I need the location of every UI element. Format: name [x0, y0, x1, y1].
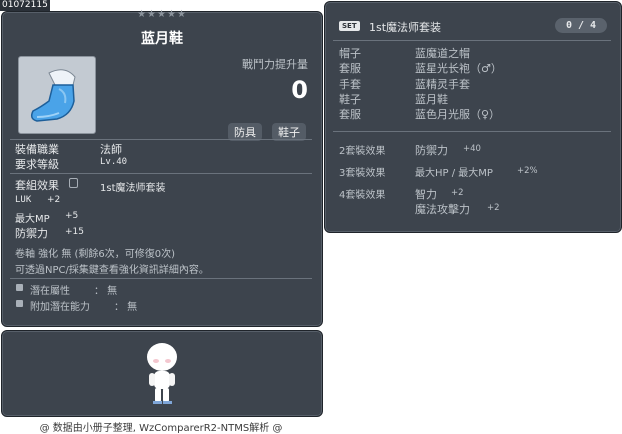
job-label: 裝備職業 [15, 143, 59, 156]
footer-credit: @ 数据由小册子整理, WzComparerR2-NTMS解析 @ [39, 423, 283, 434]
lock-icon [69, 178, 78, 188]
stat-name: 防禦力 [15, 227, 48, 240]
set-piece-name: 蓝色月光服（♀） [415, 108, 501, 122]
set-title: 1st魔法师套装 [369, 21, 442, 34]
potential-label: 潛在屬性 [30, 286, 70, 297]
power-label: 戰鬥力提升量 [242, 58, 308, 71]
bonus-potential-label: 附加潛在能力 [30, 302, 90, 313]
level-value: Lv.40 [100, 157, 128, 167]
set-tooltip-panel: SET 1st魔法师套装 0 / 4 帽子 套服 手套 鞋子 套服 蓝魔道之帽 … [324, 1, 622, 233]
set-effect-value: +2 [451, 188, 464, 198]
bonus-potential-icon [16, 300, 23, 307]
set-effect-tier-label: 4套裝效果 [339, 190, 386, 201]
set-count-badge: 0 / 4 [555, 18, 607, 33]
set-effect-label: 套組效果 [15, 179, 59, 192]
set-name: 1st魔法师套装 [100, 183, 166, 194]
item-tooltip-panel: ★★★★★ 蓝月鞋 戰鬥力提升量 0 防具 鞋子 裝備職業 法師 要求等級 Lv… [1, 9, 323, 327]
upgrade-hint: 可透過NPC/採集鍵查看強化資訊詳細內容。 [15, 265, 209, 276]
stat-name: 最大MP [15, 214, 50, 225]
set-effect-stat: 魔法攻擊力 [415, 203, 470, 216]
set-piece-name: 蓝魔道之帽 [415, 47, 470, 60]
bonus-potential-value: ： 無 [114, 302, 138, 313]
set-effect-stat: 智力 [415, 188, 437, 201]
set-piece-slot: 鞋子 [339, 92, 361, 106]
set-effect-stat: 防禦力 [415, 144, 448, 157]
potential-icon [16, 284, 23, 291]
boot-icon [30, 69, 76, 122]
set-piece-slot: 套服 [339, 62, 361, 76]
stat-value: +2 [47, 195, 61, 205]
power-value: 0 [291, 76, 308, 104]
character-preview-panel [1, 330, 323, 417]
set-piece-slot: 帽子 [339, 47, 361, 60]
set-effect-value: +40 [463, 144, 481, 154]
potential-value: ： 無 [94, 286, 118, 297]
level-label: 要求等級 [15, 158, 59, 171]
set-piece-name: 蓝月鞋 [415, 92, 448, 106]
star-rating: ★★★★★ [137, 9, 187, 20]
item-name: 蓝月鞋 [141, 31, 183, 47]
stat-value: +5 [65, 211, 79, 221]
set-piece-name: 蓝星光长袍（♂） [415, 62, 502, 76]
character-avatar-icon [147, 343, 177, 404]
set-piece-slot: 套服 [339, 108, 361, 122]
item-icon-frame [18, 56, 96, 134]
job-value: 法師 [100, 143, 122, 156]
stat-value: +15 [65, 227, 84, 237]
set-effect-value: +2 [487, 203, 500, 213]
set-effect-tier-label: 3套裝效果 [339, 168, 386, 179]
set-effect-stat: 最大HP / 最大MP [415, 168, 493, 179]
stat-name: LUK [15, 195, 32, 205]
set-piece-name: 蓝精灵手套 [415, 77, 470, 91]
set-effect-value: +2% [517, 166, 538, 176]
set-badge: SET [339, 21, 360, 31]
set-piece-slot: 手套 [339, 77, 361, 91]
scroll-info: 卷軸 強化 無 (剩餘6次，可修復0次) [15, 249, 176, 260]
set-effect-tier-label: 2套裝效果 [339, 146, 386, 157]
